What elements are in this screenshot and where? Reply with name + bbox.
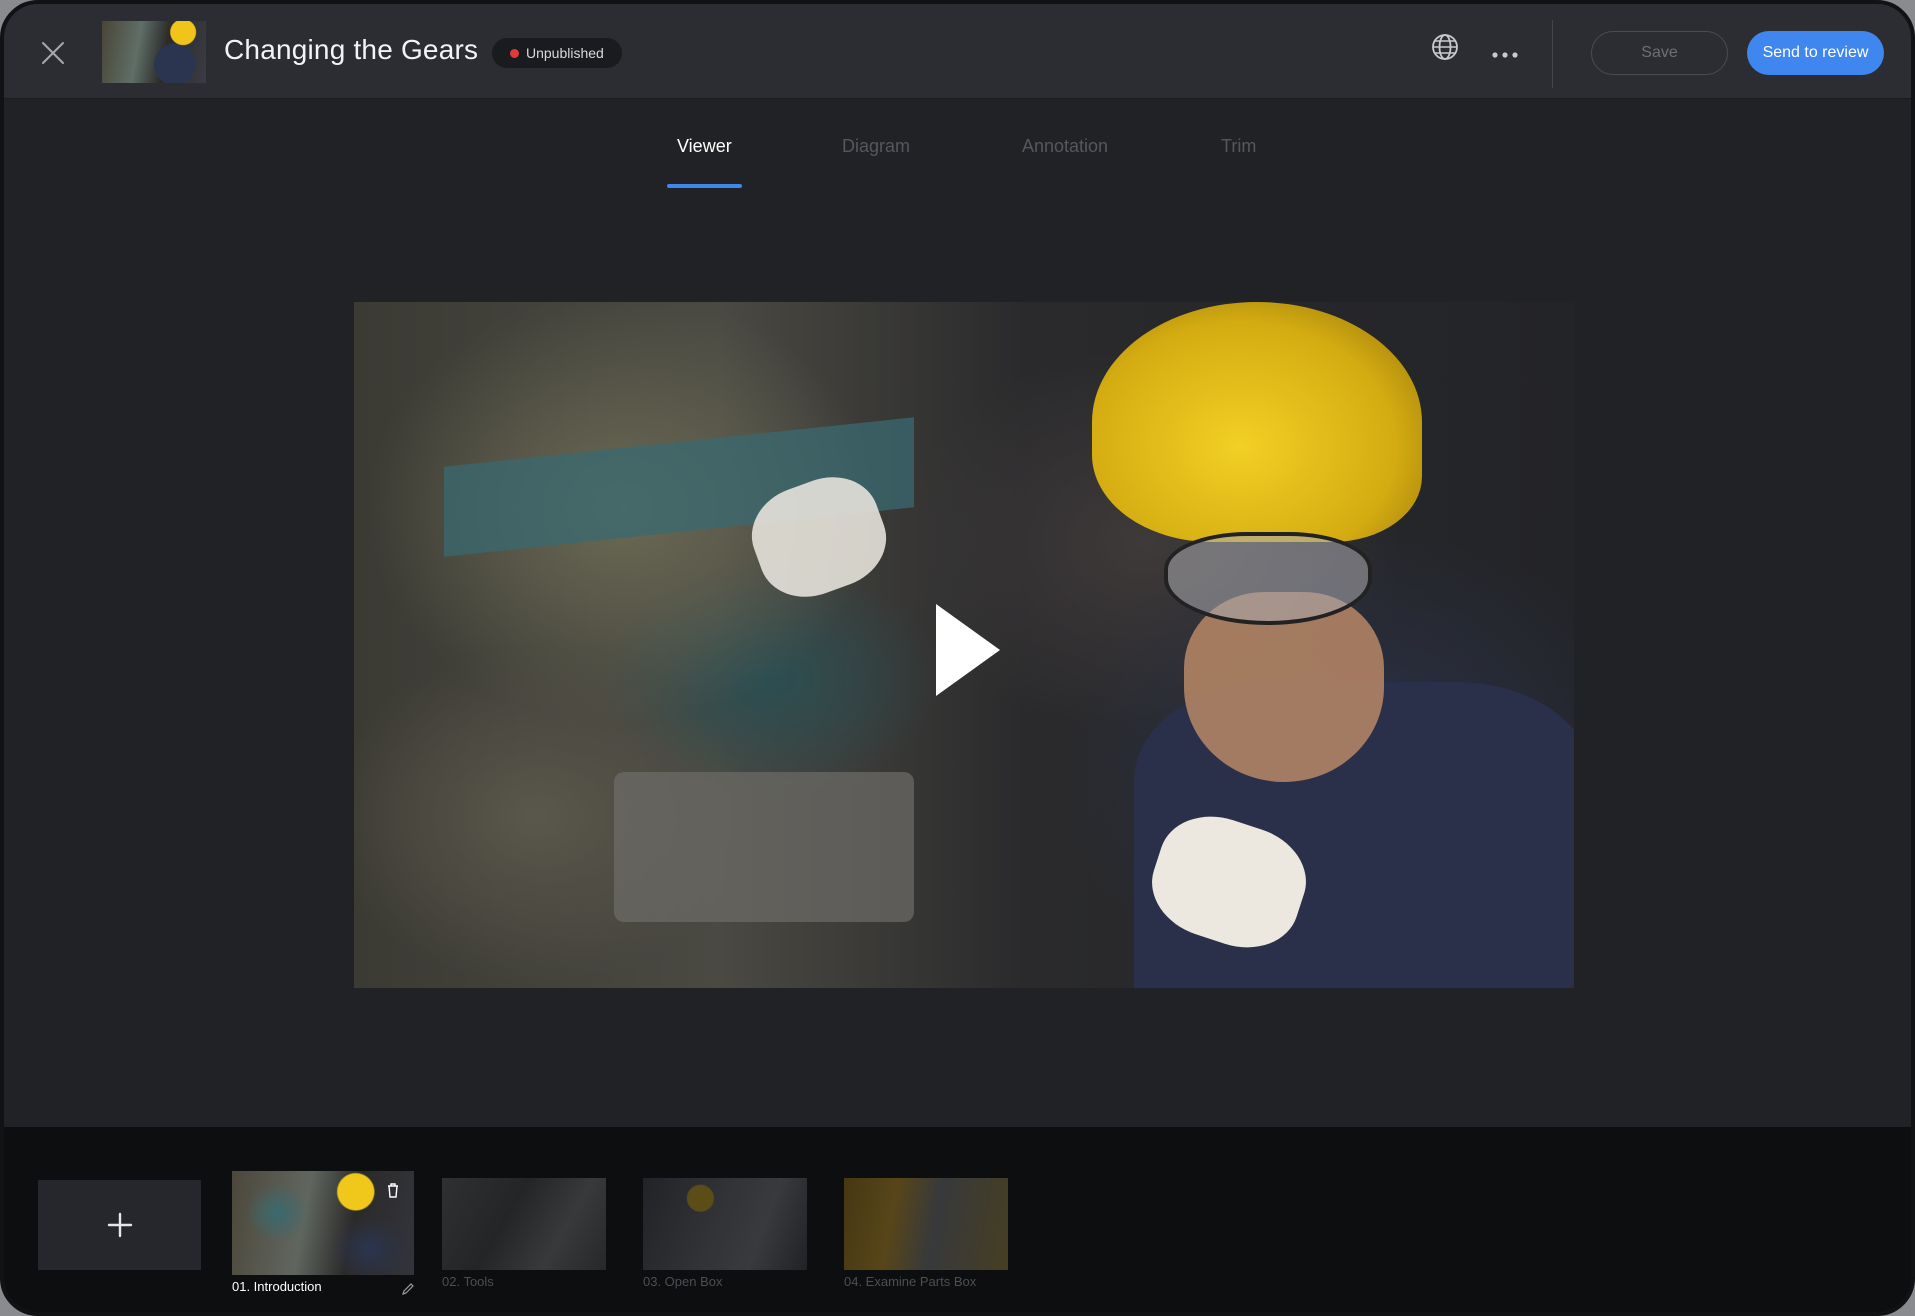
save-button[interactable]: Save [1591, 31, 1728, 75]
video-player[interactable] [354, 302, 1574, 988]
clip-label: 01. Introduction [232, 1279, 322, 1294]
globe-icon [1432, 34, 1458, 60]
clip-item-tools[interactable]: 02. Tools [442, 1178, 606, 1294]
play-icon [936, 604, 1000, 696]
clip-label: 04. Examine Parts Box [844, 1274, 977, 1289]
video-frame-goggles [1164, 532, 1372, 625]
clip-label: 02. Tools [442, 1274, 494, 1289]
more-options-button[interactable] [1490, 40, 1520, 70]
language-button[interactable] [1430, 32, 1460, 62]
header-divider [1552, 20, 1553, 88]
status-dot-icon [510, 49, 519, 58]
clip-item-examine-parts-box[interactable]: 04. Examine Parts Box [844, 1178, 1008, 1294]
more-horizontal-icon [1492, 52, 1518, 58]
status-badge: Unpublished [492, 38, 622, 68]
app-window: Changing the Gears Unpublished Save Send… [0, 0, 1915, 1316]
tab-annotation[interactable]: Annotation [1022, 136, 1108, 157]
video-frame-helmet [1092, 302, 1422, 542]
clip-label: 03. Open Box [643, 1274, 723, 1289]
video-frame-machine-base [614, 772, 914, 922]
top-bar: Changing the Gears Unpublished Save Send… [4, 4, 1911, 99]
page-title: Changing the Gears [224, 34, 479, 65]
clip-thumbnail [442, 1178, 606, 1270]
tab-trim[interactable]: Trim [1221, 136, 1256, 157]
add-clip-button[interactable] [38, 1180, 201, 1270]
clip-thumbnail [643, 1178, 807, 1270]
play-button[interactable] [934, 602, 1004, 698]
tab-viewer[interactable]: Viewer [677, 136, 732, 157]
tab-diagram[interactable]: Diagram [842, 136, 910, 157]
active-tab-indicator [667, 184, 742, 188]
clip-item-introduction[interactable]: 01. Introduction [232, 1171, 414, 1299]
clip-thumbnail [844, 1178, 1008, 1270]
status-label: Unpublished [526, 45, 604, 61]
send-to-review-button[interactable]: Send to review [1747, 31, 1884, 75]
video-thumbnail [102, 21, 206, 83]
close-icon [42, 42, 64, 64]
close-button[interactable] [38, 38, 68, 68]
plus-icon [107, 1212, 133, 1238]
clip-item-open-box[interactable]: 03. Open Box [643, 1178, 807, 1294]
trash-icon[interactable] [384, 1181, 402, 1199]
pencil-icon[interactable] [400, 1281, 416, 1297]
clip-thumbnail [232, 1171, 414, 1275]
